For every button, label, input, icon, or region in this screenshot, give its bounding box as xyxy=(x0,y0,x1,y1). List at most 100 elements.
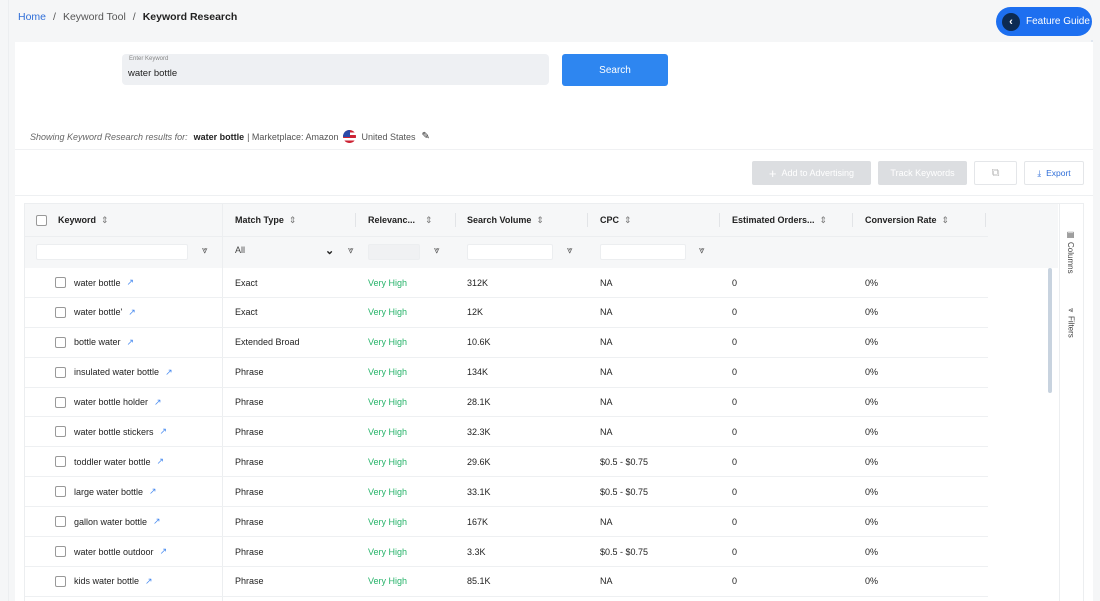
sort-icon[interactable]: ⇕ xyxy=(425,215,433,226)
row-checkbox[interactable] xyxy=(55,516,66,528)
table-row[interactable]: gallon water bottle ↗ Phrase Very High 167K N… xyxy=(25,507,988,538)
row-checkbox[interactable] xyxy=(55,456,66,468)
header-estimated-orders[interactable]: Estimated Orders... ⇕ xyxy=(732,204,827,236)
external-link-icon[interactable]: ↗ xyxy=(160,546,168,557)
keyword-text: bottle water xyxy=(74,337,121,348)
pencil-icon[interactable]: ✎ xyxy=(422,131,430,142)
match-type-filter-select[interactable]: All xyxy=(235,245,245,255)
table-row[interactable]: insulated water bottle ↗ Phrase Very High 13… xyxy=(25,358,988,388)
external-link-icon[interactable]: ↗ xyxy=(157,456,165,467)
filter-icon[interactable]: ⩔ xyxy=(567,245,573,256)
match-cell: Phrase xyxy=(235,397,264,408)
search-label: Enter Keyword xyxy=(129,56,169,62)
external-link-icon[interactable]: ↗ xyxy=(149,486,157,497)
keyword-text: large water bottle xyxy=(74,486,144,497)
filter-icon[interactable]: ⩔ xyxy=(202,245,208,256)
filter-icon[interactable]: ⩔ xyxy=(348,245,354,256)
keyword-text: insulated water bottle xyxy=(74,367,160,378)
header-conversion-rate[interactable]: Conversion Rate ⇕ xyxy=(865,204,949,236)
header-cpc[interactable]: CPC ⇕ xyxy=(600,204,632,236)
relevance-filter-input[interactable] xyxy=(368,244,420,260)
conversion-cell: 0% xyxy=(865,277,879,288)
volume-cell: 312K xyxy=(467,277,489,288)
volume-cell: 32.3K xyxy=(467,426,491,437)
us-flag-icon xyxy=(343,130,357,143)
row-checkbox[interactable] xyxy=(55,277,66,288)
sort-icon[interactable]: ⇕ xyxy=(101,215,109,226)
external-link-icon[interactable]: ↗ xyxy=(128,307,136,318)
filter-icon[interactable]: ⩔ xyxy=(434,245,440,256)
cpc-cell: NA xyxy=(600,307,613,318)
sort-icon[interactable]: ⇕ xyxy=(820,215,828,226)
add-to-advertising-button[interactable]: + Add to Advertising xyxy=(752,161,871,185)
row-checkbox[interactable] xyxy=(55,336,66,348)
keyword-cell: insulated water bottle ↗ xyxy=(55,358,173,387)
select-all-checkbox[interactable] xyxy=(36,214,47,226)
table-row[interactable]: water bottle holder ↗ Phrase Very High 28.1K… xyxy=(25,388,988,418)
cpc-filter-input[interactable] xyxy=(600,244,686,260)
external-link-icon[interactable]: ↗ xyxy=(145,576,153,587)
filter-icon[interactable]: ⩔ xyxy=(699,245,705,256)
external-link-icon[interactable]: ↗ xyxy=(154,397,162,408)
keyword-cell: toddler water bottle ↗ xyxy=(55,447,164,476)
vertical-scrollbar[interactable] xyxy=(1048,268,1052,393)
table-row[interactable]: large water bottle ↗ Phrase Very High 33.1K $… xyxy=(25,477,988,508)
conversion-cell: 0% xyxy=(865,367,879,378)
table-row[interactable]: water bottle stickers ↗ Phrase Very High 32.… xyxy=(25,417,988,448)
header-match-type[interactable]: Match Type ⇕ xyxy=(235,204,296,236)
row-checkbox[interactable] xyxy=(55,575,66,587)
sort-icon[interactable]: ⇕ xyxy=(942,215,950,226)
table-row[interactable]: bottle water ↗ Extended Broad Very High 10.6… xyxy=(25,328,988,358)
keyword-filter-input[interactable] xyxy=(36,244,188,260)
track-keywords-button[interactable]: Track Keywords xyxy=(878,161,967,185)
keyword-search-field[interactable]: Enter Keyword xyxy=(122,54,549,85)
feature-guide-button[interactable]: ‹ Feature Guide xyxy=(996,7,1092,36)
keyword-input[interactable] xyxy=(128,68,538,79)
divider xyxy=(15,149,1093,150)
external-link-icon[interactable]: ↗ xyxy=(127,337,135,348)
sort-icon[interactable]: ⇕ xyxy=(289,215,297,226)
table-row[interactable]: water bottle ↗ Exact Very High 312K NA 0 0% xyxy=(25,268,988,298)
table-row[interactable]: kids water bottle ↗ Phrase Very High 85.1K NA… xyxy=(25,567,988,597)
export-button[interactable]: ⤓ Export xyxy=(1024,161,1084,185)
conversion-cell: 0% xyxy=(865,456,879,467)
chevron-down-icon[interactable]: ⌄ xyxy=(325,244,334,257)
row-checkbox[interactable] xyxy=(55,426,66,438)
filters-tab[interactable]: ⩔ Filters xyxy=(1066,308,1077,337)
search-button[interactable]: Search xyxy=(562,54,668,86)
filter-icon: ⩔ xyxy=(1067,308,1076,313)
breadcrumb-home[interactable]: Home xyxy=(18,11,46,23)
row-checkbox[interactable] xyxy=(55,366,66,378)
breadcrumb-keyword-tool[interactable]: Keyword Tool xyxy=(63,11,126,23)
columns-tab[interactable]: ▤ Columns xyxy=(1066,230,1075,274)
sort-icon[interactable]: ⇕ xyxy=(624,215,632,226)
row-checkbox[interactable] xyxy=(55,486,66,498)
row-checkbox[interactable] xyxy=(55,396,66,408)
row-checkbox[interactable] xyxy=(55,546,66,558)
volume-cell: 85.1K xyxy=(467,576,491,587)
header-label: Conversion Rate xyxy=(865,215,937,225)
header-relevance[interactable]: Relevanc... ⇕ xyxy=(368,204,433,236)
relevance-cell: Very High xyxy=(368,486,408,497)
table-row[interactable]: water bottle' ↗ Exact Very High 12K NA 0 0% xyxy=(25,298,988,328)
volume-cell: 10.6K xyxy=(467,337,491,348)
orders-cell: 0 xyxy=(732,546,738,557)
header-label: Relevanc... xyxy=(368,215,416,225)
breadcrumb-separator: / xyxy=(53,11,56,23)
header-label: Keyword xyxy=(58,215,97,225)
cpc-cell: $0.5 - $0.75 xyxy=(600,546,649,557)
copy-button[interactable]: ⧉ xyxy=(974,161,1017,185)
table-row[interactable]: toddler water bottle ↗ Phrase Very High 29.6… xyxy=(25,447,988,478)
external-link-icon[interactable]: ↗ xyxy=(165,367,173,378)
external-link-icon[interactable]: ↗ xyxy=(153,516,161,527)
header-keyword[interactable]: Keyword ⇕ xyxy=(36,204,109,236)
external-link-icon[interactable]: ↗ xyxy=(160,426,168,437)
search-volume-filter-input[interactable] xyxy=(467,244,553,260)
header-search-volume[interactable]: Search Volume ⇕ xyxy=(467,204,544,236)
table-row[interactable]: water bottle outdoor ↗ Phrase Very High 3.3K… xyxy=(25,537,988,567)
conversion-cell: 0% xyxy=(865,337,879,348)
row-checkbox[interactable] xyxy=(55,306,66,318)
volume-cell: 12K xyxy=(467,307,484,318)
external-link-icon[interactable]: ↗ xyxy=(127,277,135,288)
sort-icon[interactable]: ⇕ xyxy=(536,215,544,226)
